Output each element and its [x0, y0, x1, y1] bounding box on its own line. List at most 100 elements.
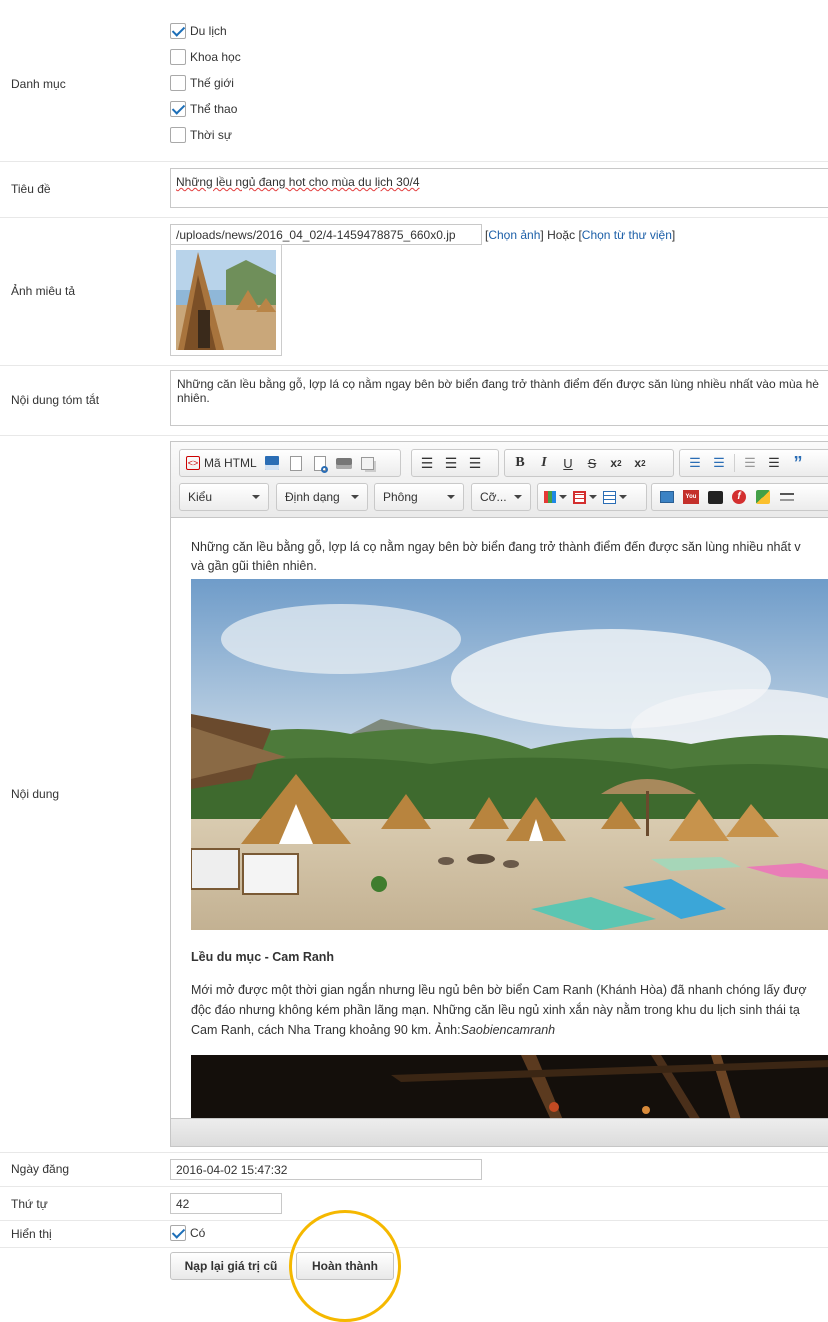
preview-button[interactable] [308, 452, 332, 474]
title-label: Tiêu đề [11, 182, 51, 196]
align-right-icon: ☰ [468, 454, 482, 471]
checkbox[interactable] [170, 23, 186, 39]
checkbox[interactable] [170, 127, 186, 143]
category-option-khoa-hoc[interactable]: Khoa học [170, 48, 241, 66]
align-left-button[interactable]: ☰ [415, 452, 439, 474]
chevron-down-icon [559, 495, 567, 499]
checkbox[interactable] [170, 75, 186, 91]
publish-date-value: 2016-04-02 15:47:32 [176, 1163, 288, 1177]
category-option-du-lich[interactable]: Du lịch [170, 22, 227, 40]
reset-button[interactable]: Nạp lại giá trị cũ [170, 1252, 292, 1280]
content-intro-line1: Những căn lều bằng gỗ, lợp lá cọ nằm nga… [191, 540, 801, 554]
chevron-down-icon [619, 495, 627, 499]
youtube-button[interactable]: You [679, 486, 703, 508]
align-right-button[interactable]: ☰ [463, 452, 487, 474]
bulleted-list-icon: ☰ [713, 455, 725, 470]
style-dropdown-label: Kiểu [188, 490, 213, 504]
bracket-close: ] [671, 228, 676, 242]
superscript-button[interactable]: x2 [628, 452, 652, 474]
title-input[interactable]: Những lều ngủ đang hot cho mùa du lịch 3… [170, 168, 828, 208]
toolbar-group-document: <> Mã HTML [179, 449, 401, 477]
image-path-input[interactable]: /uploads/news/2016_04_02/4-1459478875_66… [170, 224, 482, 245]
map-button[interactable] [751, 486, 775, 508]
font-dropdown-label: Phông [383, 490, 418, 504]
editor-status-bar [171, 1118, 828, 1146]
category-option-the-thao[interactable]: Thể thao [170, 100, 237, 118]
chevron-down-icon [351, 495, 359, 499]
content-caption: Lều du mục - Cam Ranh [191, 950, 335, 964]
content-paragraph-line3: Cam Ranh, cách Nha Trang khoảng 90 km. Ả… [191, 1020, 828, 1040]
bulleted-list-button[interactable]: ☰ [707, 452, 731, 474]
italic-button[interactable]: I [532, 452, 556, 474]
format-dropdown[interactable]: Định dạng [276, 483, 368, 511]
table-button[interactable] [570, 486, 600, 508]
horizontal-rule-button[interactable] [775, 486, 799, 508]
film-icon [707, 490, 723, 504]
title-input-value: Những lều ngủ đang hot cho mùa du lịch 3… [176, 175, 420, 189]
or-label: Hoặc [547, 228, 576, 242]
checkbox-label: Thể thao [190, 102, 238, 116]
editor-content-area[interactable]: Những căn lều bằng gỗ, lợp lá cọ nằm nga… [171, 518, 828, 1120]
order-input[interactable]: 42 [170, 1193, 282, 1214]
blockquote-button[interactable]: ” [786, 452, 810, 474]
templates-icon [361, 456, 375, 470]
source-button[interactable]: <> Mã HTML [183, 452, 260, 474]
checkbox[interactable] [170, 1225, 186, 1241]
strikethrough-button[interactable]: S [580, 452, 604, 474]
image-actions: [Chọn ảnh] Hoặc [Chọn từ thư viện] [485, 228, 675, 242]
visible-label: Hiển thị [11, 1227, 52, 1241]
text-color-button[interactable] [541, 486, 570, 508]
underline-button[interactable]: U [556, 452, 580, 474]
checkbox[interactable] [170, 101, 186, 117]
templates-button[interactable] [356, 452, 380, 474]
insert-image-button[interactable] [655, 486, 679, 508]
subscript-button[interactable]: x2 [604, 452, 628, 474]
category-row: Danh mục Du lịch Khoa học Thế giới Thể t… [0, 0, 828, 162]
style-dropdown[interactable]: Kiểu [179, 483, 269, 511]
summary-label: Nội dung tóm tắt [11, 393, 100, 407]
order-value: 42 [176, 1197, 190, 1211]
font-dropdown[interactable]: Phông [374, 483, 464, 511]
order-row: Thứ tự [0, 1187, 828, 1221]
table-properties-icon [603, 490, 616, 504]
content-intro: Những căn lều bằng gỗ, lợp lá cọ nằm nga… [191, 538, 828, 576]
toolbar-group-colors-tables [537, 483, 647, 511]
horizontal-rule-icon [780, 493, 794, 501]
numbered-list-button[interactable]: ☰ [683, 452, 707, 474]
toolbar-separator [734, 454, 735, 472]
indent-button[interactable]: ☰ [762, 452, 786, 474]
content-paragraph-line1: Mới mở được một thời gian ngắn nhưng lều… [191, 983, 807, 997]
save-button[interactable] [260, 452, 284, 474]
publish-date-input[interactable]: 2016-04-02 15:47:32 [170, 1159, 482, 1180]
source-label: Mã HTML [204, 456, 257, 470]
media-button[interactable] [703, 486, 727, 508]
chevron-down-icon [252, 495, 260, 499]
youtube-icon: You [683, 490, 699, 504]
checkbox[interactable] [170, 49, 186, 65]
category-option-the-gioi[interactable]: Thế giới [170, 74, 234, 92]
align-center-button[interactable]: ☰ [439, 452, 463, 474]
table-properties-button[interactable] [600, 486, 630, 508]
checkbox-label: Khoa học [190, 50, 241, 64]
outdent-icon: ☰ [744, 455, 756, 470]
content-second-photo [191, 1055, 828, 1120]
bold-button[interactable]: B [508, 452, 532, 474]
checkbox-label: Thế giới [190, 76, 234, 90]
summary-textarea[interactable]: Những căn lều bằng gỗ, lợp lá cọ nằm nga… [170, 370, 828, 426]
rich-text-editor: <> Mã HTML ☰ ☰ ☰ B I U S x 2 x 2 ☰ ☰ ☰ ☰… [170, 441, 828, 1147]
size-dropdown-label: Cỡ... [480, 490, 507, 504]
choose-image-link[interactable]: Chọn ảnh [488, 228, 540, 242]
indent-icon: ☰ [768, 455, 780, 470]
outdent-button[interactable]: ☰ [738, 452, 762, 474]
print-button[interactable] [332, 452, 356, 474]
new-page-button[interactable] [284, 452, 308, 474]
visible-option[interactable]: Có [170, 1224, 205, 1242]
align-center-icon: ☰ [444, 454, 458, 471]
checkbox-label: Du lịch [190, 24, 227, 38]
flash-button[interactable]: f [727, 486, 751, 508]
category-option-thoi-su[interactable]: Thời sự [170, 126, 232, 144]
content-paragraph: Mới mở được một thời gian ngắn nhưng lều… [191, 980, 828, 1040]
choose-from-library-link[interactable]: Chọn từ thư viện [582, 228, 672, 242]
size-dropdown[interactable]: Cỡ... [471, 483, 531, 511]
print-icon [335, 457, 352, 469]
